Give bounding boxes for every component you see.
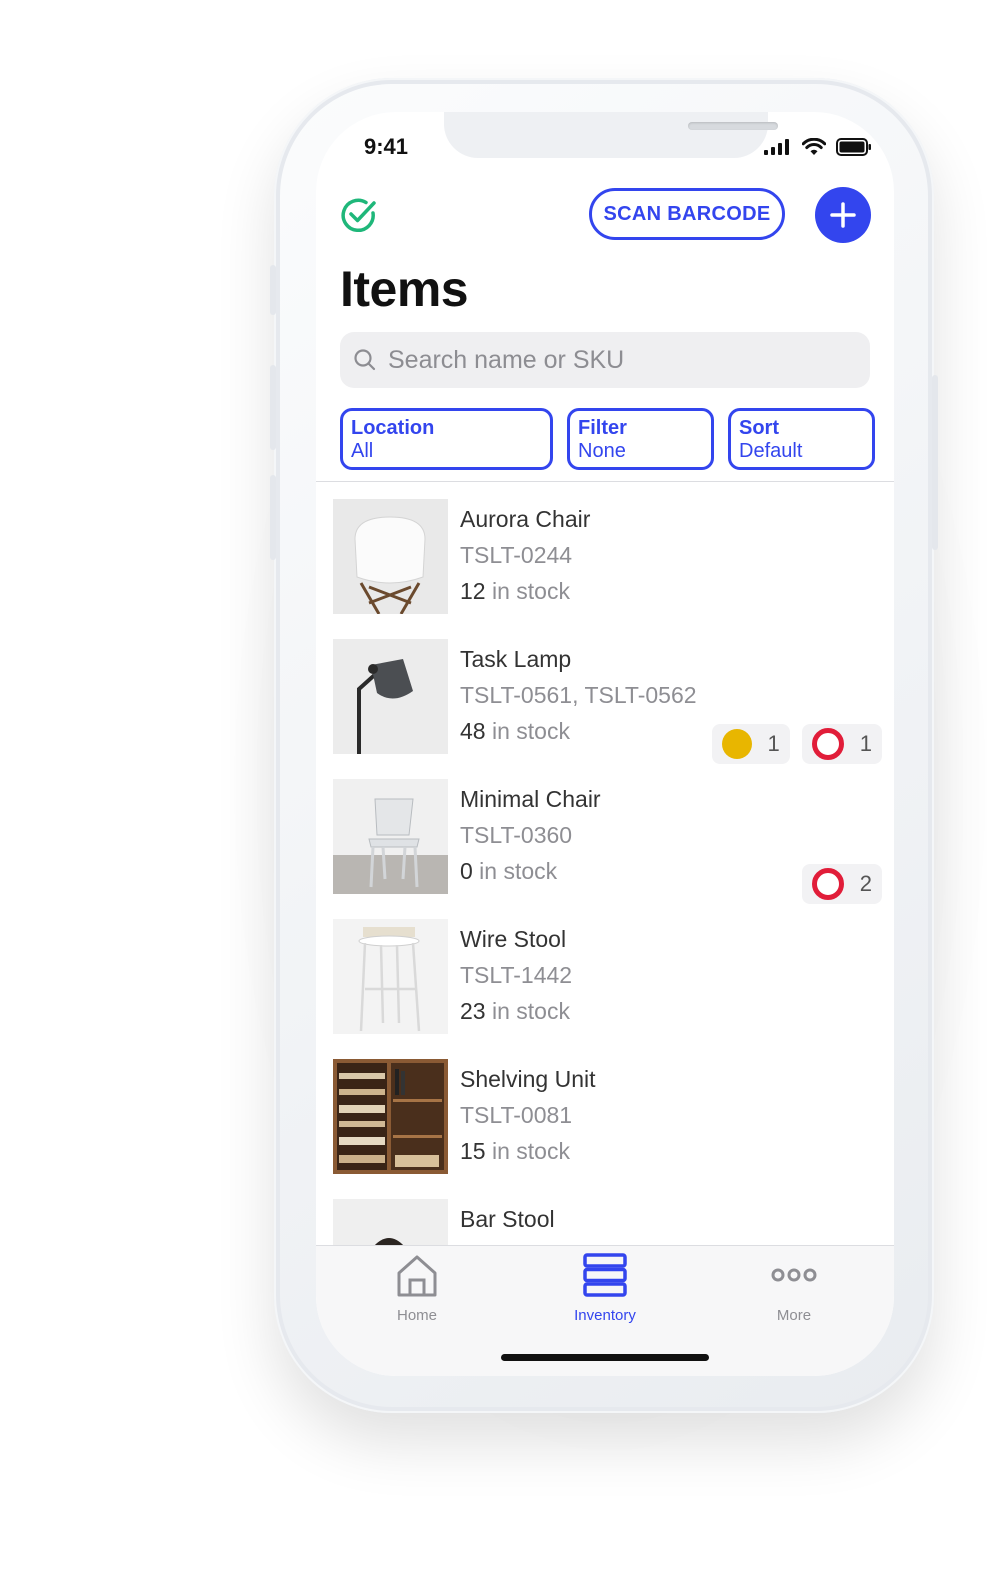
- yellow-dot-icon: [721, 729, 752, 759]
- location-filter-chip[interactable]: Location All: [340, 408, 553, 470]
- more-icon: [771, 1268, 817, 1282]
- tab-label: Home: [396, 1307, 437, 1324]
- chip-key: Filter: [578, 417, 627, 439]
- tab-more[interactable]: More: [724, 1252, 864, 1324]
- add-item-button[interactable]: [815, 187, 871, 243]
- item-thumbnail: [333, 1199, 448, 1246]
- stock-suffix: in stock: [472, 858, 558, 884]
- list-item[interactable]: Task Lamp TSLT-0561, TSLT-0562 48 in sto…: [316, 638, 894, 778]
- divider: [316, 481, 894, 482]
- filter-chip[interactable]: Filter None: [567, 408, 714, 470]
- tab-inventory[interactable]: Inventory: [535, 1252, 675, 1324]
- scan-barcode-button[interactable]: SCAN BARCODE: [589, 188, 785, 240]
- item-sku: TSLT-1442: [460, 962, 573, 988]
- item-name: Aurora Chair: [460, 506, 591, 532]
- mute-switch: [270, 265, 276, 315]
- speaker: [688, 122, 778, 130]
- home-icon: [397, 1255, 437, 1297]
- item-badges: 2: [801, 864, 882, 904]
- wifi-icon: [802, 138, 826, 155]
- alert-badge[interactable]: 1: [801, 724, 882, 764]
- power-button: [932, 375, 938, 550]
- search-bar[interactable]: [340, 332, 870, 388]
- list-item[interactable]: Bar Stool: [316, 1198, 894, 1246]
- list-item[interactable]: Minimal Chair TSLT-0360 0 in stock 2: [316, 778, 894, 918]
- badge-count: 1: [859, 731, 872, 756]
- chip-key: Location: [351, 417, 435, 439]
- chip-value: Default: [739, 440, 803, 462]
- item-badges: 1 1: [711, 724, 882, 764]
- item-thumbnail: [333, 1059, 448, 1174]
- sort-chip[interactable]: Sort Default: [728, 408, 875, 470]
- item-thumbnail: [333, 779, 448, 894]
- item-stock: 48 in stock: [460, 718, 570, 745]
- tab-home[interactable]: Home: [347, 1252, 487, 1324]
- item-name: Shelving Unit: [460, 1066, 596, 1092]
- list-item[interactable]: Wire Stool TSLT-1442 23 in stock: [316, 918, 894, 1058]
- items-list[interactable]: Aurora Chair TSLT-0244 12 in stock Task …: [316, 498, 894, 1246]
- inventory-icon: [583, 1253, 627, 1297]
- list-item[interactable]: Shelving Unit TSLT-0081 15 in stock: [316, 1058, 894, 1198]
- search-input[interactable]: [386, 344, 850, 376]
- item-thumbnail: [333, 499, 448, 614]
- status-time: 9:41: [364, 134, 409, 159]
- volume-down-button: [270, 475, 276, 560]
- stock-count: 0: [460, 858, 473, 884]
- tab-label: Inventory: [574, 1307, 636, 1324]
- badge-count: 2: [859, 871, 872, 896]
- item-name: Wire Stool: [460, 926, 567, 952]
- item-thumbnail: [333, 639, 448, 754]
- home-indicator[interactable]: [501, 1354, 709, 1361]
- alert-badge[interactable]: 2: [801, 864, 882, 904]
- tab-label: More: [776, 1307, 812, 1324]
- item-sku: TSLT-0360: [460, 822, 573, 848]
- item-stock: 0 in stock: [460, 858, 557, 885]
- plus-icon: [830, 202, 856, 228]
- stock-count: 23: [460, 998, 486, 1024]
- app-screen: 9:41 SCAN BARCODE Items Search name or S…: [316, 112, 894, 1376]
- red-ring-icon: [811, 868, 844, 900]
- badge-count: 1: [767, 731, 780, 756]
- volume-up-button: [270, 365, 276, 450]
- item-sku: TSLT-0081: [460, 1102, 573, 1128]
- item-stock: 12 in stock: [460, 578, 570, 605]
- item-sku: TSLT-0561, TSLT-0562: [460, 682, 697, 708]
- battery-icon: [836, 138, 871, 156]
- item-stock: 15 in stock: [460, 1138, 570, 1165]
- chip-value: None: [578, 440, 626, 462]
- stock-suffix: in stock: [485, 578, 570, 604]
- search-icon: [354, 349, 376, 371]
- item-name: Minimal Chair: [460, 786, 601, 812]
- stock-suffix: in stock: [485, 998, 570, 1024]
- sync-status-icon[interactable]: [340, 196, 378, 234]
- item-stock: 23 in stock: [460, 998, 570, 1025]
- item-sku: TSLT-0244: [460, 542, 573, 568]
- chip-value: All: [351, 440, 374, 462]
- stock-count: 12: [460, 578, 486, 604]
- chip-key: Sort: [739, 417, 779, 439]
- item-name: Bar Stool: [460, 1206, 555, 1232]
- item-thumbnail: [333, 919, 448, 1034]
- stock-suffix: in stock: [485, 718, 570, 744]
- filter-bar: Location All Filter None Sort Default: [340, 408, 875, 470]
- stock-count: 48: [460, 718, 486, 744]
- list-item[interactable]: Aurora Chair TSLT-0244 12 in stock: [316, 498, 894, 638]
- warning-badge[interactable]: 1: [711, 724, 790, 764]
- signal-icon: [764, 139, 789, 155]
- stock-count: 15: [460, 1138, 486, 1164]
- status-icons: [764, 138, 872, 156]
- stock-suffix: in stock: [485, 1138, 570, 1164]
- item-name: Task Lamp: [460, 646, 572, 672]
- red-ring-icon: [811, 728, 844, 760]
- notch: [444, 112, 778, 158]
- page-title: Items: [340, 261, 469, 317]
